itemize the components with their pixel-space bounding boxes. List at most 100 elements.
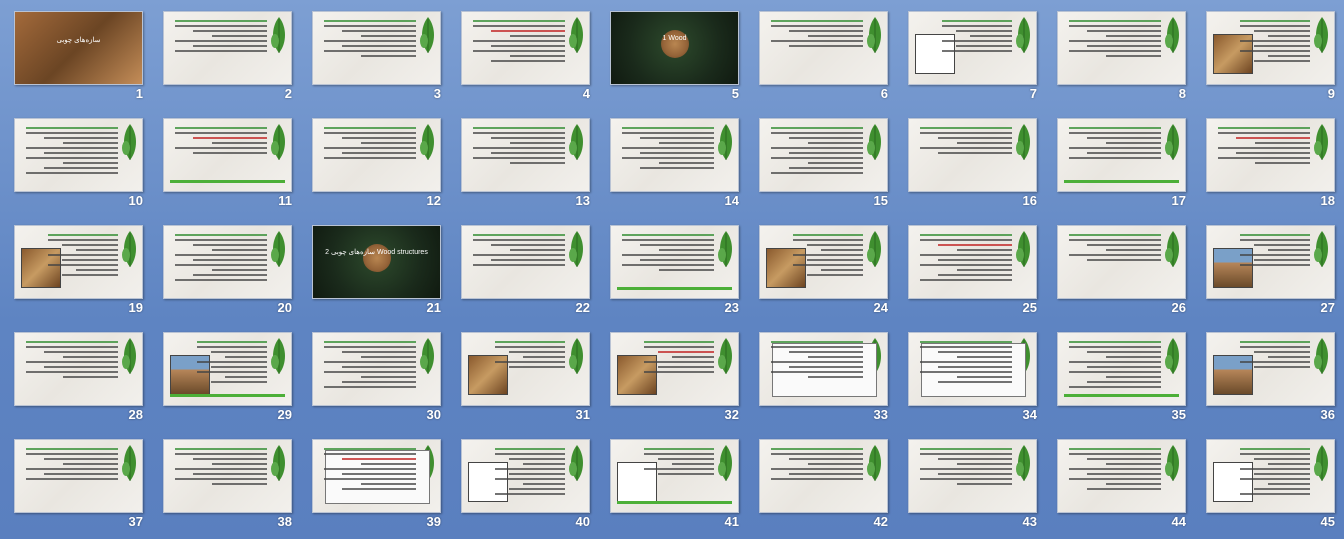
slide-thumbnail-cell[interactable]: 2 سازه‌های چوبی Wood structures 21 bbox=[298, 214, 447, 321]
slide-thumbnail[interactable] bbox=[908, 118, 1037, 192]
slide-thumbnail[interactable] bbox=[461, 332, 590, 406]
slide-thumbnail-cell[interactable]: 2 bbox=[149, 0, 298, 107]
slide-thumbnail-cell[interactable]: 8 bbox=[1043, 0, 1192, 107]
leaf-icon bbox=[269, 443, 289, 483]
slide-thumbnail-cell[interactable]: 42 bbox=[745, 428, 894, 535]
slide-thumbnail[interactable] bbox=[610, 332, 739, 406]
slide-thumbnail[interactable] bbox=[14, 225, 143, 299]
slide-number: 37 bbox=[128, 514, 143, 529]
slide-thumbnail-cell[interactable]: 36 bbox=[1192, 321, 1341, 428]
slide-thumbnail-cell[interactable]: 27 bbox=[1192, 214, 1341, 321]
slide-thumbnail[interactable] bbox=[14, 439, 143, 513]
slide-thumbnail[interactable] bbox=[908, 11, 1037, 85]
slide-thumbnail-cell[interactable]: 19 bbox=[0, 214, 149, 321]
slide-thumbnail-cell[interactable]: 1 Wood 5 bbox=[596, 0, 745, 107]
slide-thumbnail[interactable] bbox=[14, 118, 143, 192]
slide-thumbnail[interactable] bbox=[163, 225, 292, 299]
slide-thumbnail[interactable] bbox=[1057, 118, 1186, 192]
slide-thumbnail[interactable] bbox=[461, 11, 590, 85]
slide-thumbnail[interactable] bbox=[1206, 11, 1335, 85]
slide-thumbnail-cell[interactable]: 9 bbox=[1192, 0, 1341, 107]
slide-thumbnail-cell[interactable]: 14 bbox=[596, 107, 745, 214]
slide-thumbnail[interactable] bbox=[14, 332, 143, 406]
slide-thumbnail[interactable] bbox=[163, 439, 292, 513]
slide-thumbnail[interactable] bbox=[1057, 11, 1186, 85]
slide-thumbnail-cell[interactable]: 3 bbox=[298, 0, 447, 107]
slide-thumbnail[interactable] bbox=[759, 332, 888, 406]
slide-thumbnail[interactable] bbox=[759, 118, 888, 192]
slide-thumbnail-cell[interactable]: 34 bbox=[894, 321, 1043, 428]
slide-thumbnail-cell[interactable]: 38 bbox=[149, 428, 298, 535]
slide-thumbnail-cell[interactable]: 26 bbox=[1043, 214, 1192, 321]
slide-number: 45 bbox=[1320, 514, 1335, 529]
slide-thumbnail-cell[interactable]: 17 bbox=[1043, 107, 1192, 214]
slide-thumbnail-cell[interactable]: 37 bbox=[0, 428, 149, 535]
slide-thumbnail[interactable] bbox=[908, 439, 1037, 513]
slide-thumbnail[interactable] bbox=[1206, 332, 1335, 406]
slide-thumbnail[interactable] bbox=[1206, 439, 1335, 513]
slide-thumbnail-cell[interactable]: 30 bbox=[298, 321, 447, 428]
slide-thumbnail-cell[interactable]: 13 bbox=[447, 107, 596, 214]
slide-thumbnail-cell[interactable]: 15 bbox=[745, 107, 894, 214]
slide-thumbnail-cell[interactable]: 28 bbox=[0, 321, 149, 428]
slide-thumbnail-cell[interactable]: 39 bbox=[298, 428, 447, 535]
slide-thumbnail-cell[interactable]: 33 bbox=[745, 321, 894, 428]
slide-thumbnail[interactable]: سازه‌های چوبی bbox=[14, 11, 143, 85]
slide-thumbnail[interactable] bbox=[312, 118, 441, 192]
slide-thumbnail[interactable]: 2 سازه‌های چوبی Wood structures bbox=[312, 225, 441, 299]
slide-thumbnail-cell[interactable]: 22 bbox=[447, 214, 596, 321]
slide-thumbnail[interactable] bbox=[759, 439, 888, 513]
slide-thumbnail-cell[interactable]: 40 bbox=[447, 428, 596, 535]
slide-thumbnail[interactable] bbox=[1057, 439, 1186, 513]
accent-bar bbox=[617, 287, 732, 290]
slide-thumbnail-cell[interactable]: 44 bbox=[1043, 428, 1192, 535]
slide-thumbnail[interactable] bbox=[461, 118, 590, 192]
leaf-icon bbox=[120, 336, 140, 376]
slide-number: 36 bbox=[1320, 407, 1335, 422]
slide-thumbnail[interactable] bbox=[1057, 332, 1186, 406]
slide-thumbnail[interactable] bbox=[1206, 225, 1335, 299]
slide-text-lines bbox=[26, 341, 118, 381]
slide-thumbnail-cell[interactable]: 41 bbox=[596, 428, 745, 535]
slide-thumbnail-cell[interactable]: 29 bbox=[149, 321, 298, 428]
slide-thumbnail[interactable] bbox=[312, 439, 441, 513]
slide-number: 4 bbox=[582, 86, 590, 101]
slide-thumbnail[interactable] bbox=[163, 118, 292, 192]
slide-thumbnail[interactable] bbox=[461, 225, 590, 299]
slide-thumbnail[interactable] bbox=[1057, 225, 1186, 299]
slide-thumbnail[interactable] bbox=[759, 225, 888, 299]
slide-thumbnail[interactable] bbox=[312, 332, 441, 406]
slide-thumbnail-cell[interactable]: 11 bbox=[149, 107, 298, 214]
slide-thumbnail[interactable] bbox=[908, 332, 1037, 406]
slide-thumbnail[interactable] bbox=[163, 11, 292, 85]
slide-thumbnail-cell[interactable]: 18 bbox=[1192, 107, 1341, 214]
slide-thumbnail-cell[interactable]: 25 bbox=[894, 214, 1043, 321]
slide-thumbnail-cell[interactable]: 23 bbox=[596, 214, 745, 321]
slide-thumbnail-cell[interactable]: 31 bbox=[447, 321, 596, 428]
slide-thumbnail-cell[interactable]: 32 bbox=[596, 321, 745, 428]
slide-thumbnail-cell[interactable]: 7 bbox=[894, 0, 1043, 107]
slide-thumbnail-cell[interactable]: 12 bbox=[298, 107, 447, 214]
slide-thumbnail-cell[interactable]: 20 bbox=[149, 214, 298, 321]
slide-thumbnail-cell[interactable]: 4 bbox=[447, 0, 596, 107]
slide-thumbnail-cell[interactable]: 43 bbox=[894, 428, 1043, 535]
slide-thumbnail-cell[interactable]: 45 bbox=[1192, 428, 1341, 535]
slide-thumbnail[interactable] bbox=[610, 118, 739, 192]
slide-thumbnail[interactable]: 1 Wood bbox=[610, 11, 739, 85]
section-title: 1 Wood bbox=[662, 35, 687, 42]
slide-thumbnail[interactable] bbox=[163, 332, 292, 406]
slide-thumbnail-cell[interactable]: 10 bbox=[0, 107, 149, 214]
slide-thumbnail[interactable] bbox=[312, 11, 441, 85]
slide-thumbnail[interactable] bbox=[759, 11, 888, 85]
slide-thumbnail-cell[interactable]: 24 bbox=[745, 214, 894, 321]
slide-thumbnail[interactable] bbox=[461, 439, 590, 513]
slide-thumbnail[interactable] bbox=[908, 225, 1037, 299]
slide-thumbnail[interactable] bbox=[1206, 118, 1335, 192]
slide-thumbnail[interactable] bbox=[610, 225, 739, 299]
slide-thumbnail-cell[interactable]: 35 bbox=[1043, 321, 1192, 428]
slide-thumbnail-cell[interactable]: 6 bbox=[745, 0, 894, 107]
slide-thumbnail-cell[interactable]: سازه‌های چوبی 1 bbox=[0, 0, 149, 107]
slide-thumbnail[interactable] bbox=[610, 439, 739, 513]
accent-bar bbox=[1064, 394, 1179, 397]
slide-thumbnail-cell[interactable]: 16 bbox=[894, 107, 1043, 214]
